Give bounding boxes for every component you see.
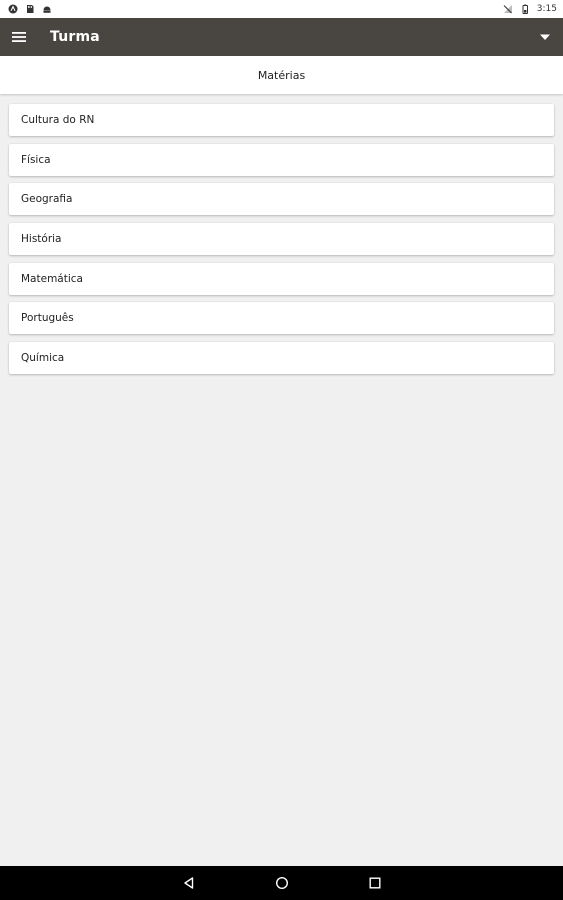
status-bar: 3:15 — [0, 0, 563, 18]
app-bar: Turma — [0, 18, 563, 56]
list-item[interactable]: Cultura do RN — [9, 104, 554, 136]
status-time: 3:15 — [536, 4, 557, 14]
navigation-bar — [0, 866, 563, 900]
list-item-label: Português — [21, 312, 74, 325]
list-item-label: Química — [21, 352, 65, 365]
list-item[interactable]: Química — [9, 342, 554, 375]
status-left — [8, 4, 52, 14]
app-title: Turma — [50, 29, 100, 45]
back-icon[interactable] — [180, 874, 198, 892]
list-item-label: Geografia — [21, 193, 73, 206]
hamburger-menu-icon[interactable] — [8, 26, 30, 48]
list-item-label: Matemática — [21, 272, 83, 285]
list-item-label: Física — [21, 153, 51, 166]
battery-icon — [520, 4, 530, 14]
list-item[interactable]: Matemática — [9, 262, 554, 295]
list-item[interactable]: Geografia — [9, 183, 554, 216]
sd-card-icon — [25, 4, 35, 14]
android-icon — [42, 4, 52, 14]
list-item[interactable]: Português — [9, 302, 554, 335]
app-notification-icon — [8, 4, 18, 14]
dropdown-arrow-icon[interactable] — [535, 27, 555, 47]
recents-icon[interactable] — [366, 874, 384, 892]
section-title: Matérias — [257, 68, 306, 82]
subject-list: Cultura do RN Física Geografia História … — [9, 104, 554, 382]
status-right: 3:15 — [503, 4, 557, 14]
list-item-label: Cultura do RN — [21, 114, 95, 126]
list-item[interactable]: Física — [9, 143, 554, 176]
home-icon[interactable] — [273, 874, 291, 892]
list-item[interactable]: História — [9, 223, 554, 256]
list-item-label: História — [21, 233, 62, 246]
no-signal-icon — [503, 4, 513, 14]
section-header: Matérias — [0, 56, 563, 94]
